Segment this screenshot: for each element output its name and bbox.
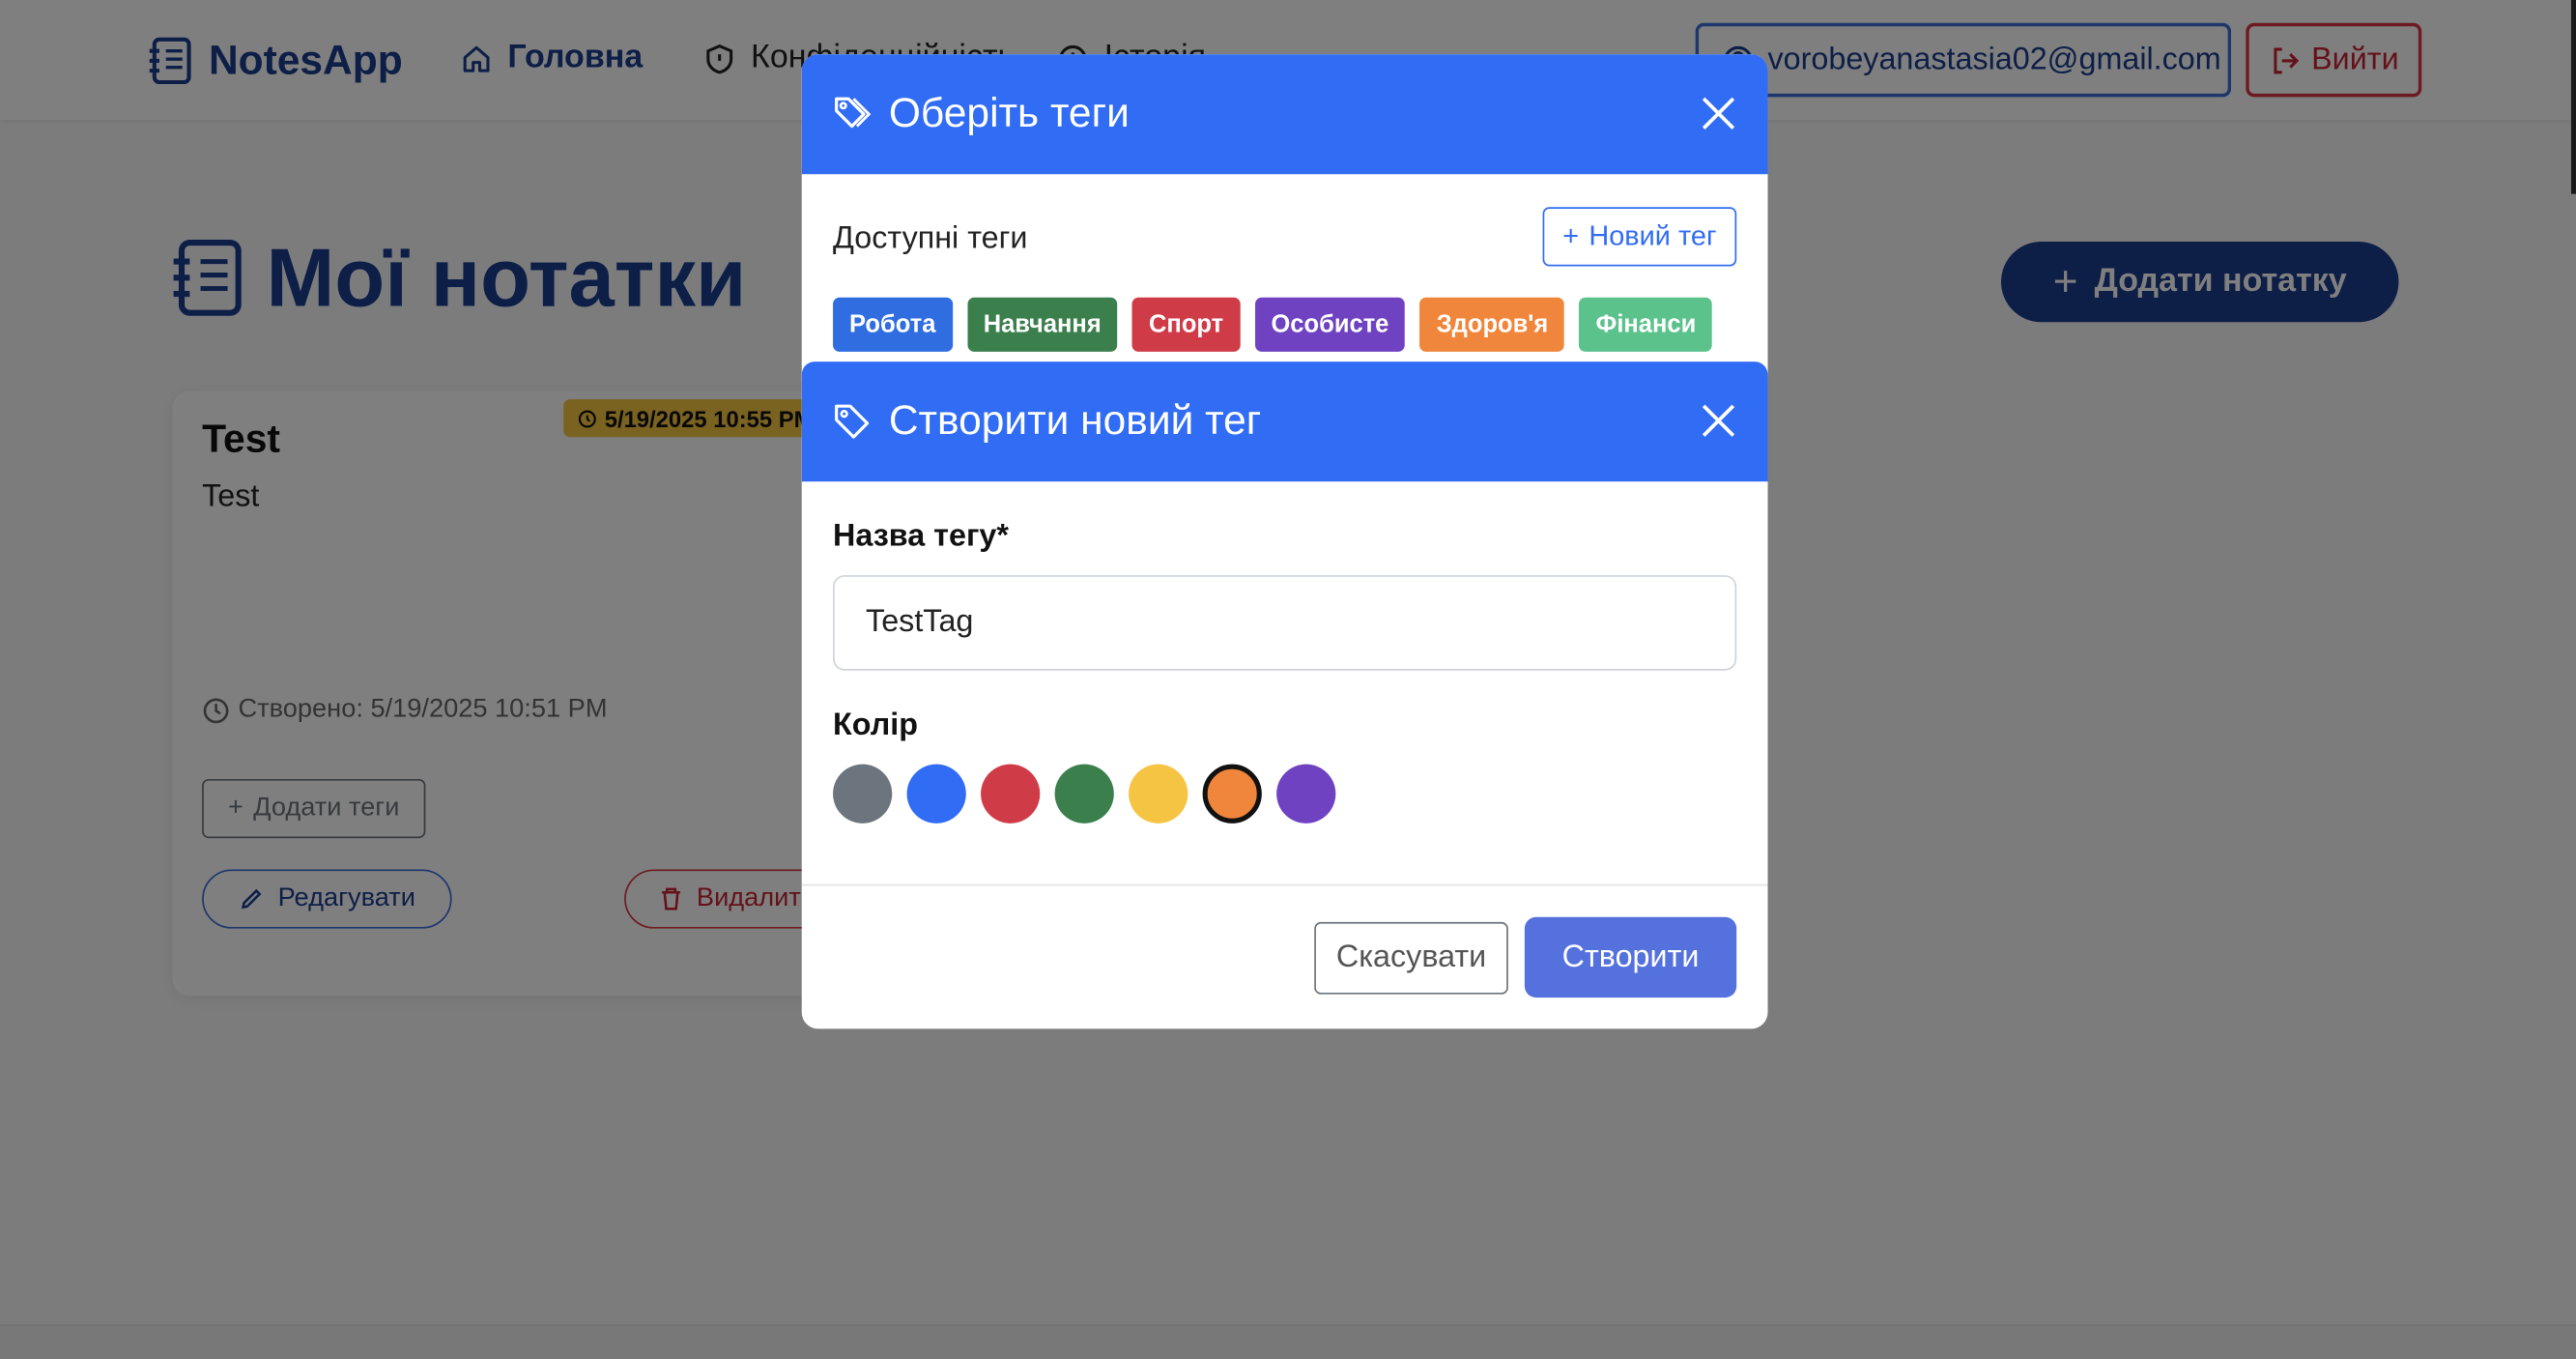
tag-name-input[interactable] xyxy=(833,575,1737,671)
select-tags-title: Оберіть теги xyxy=(888,90,1130,137)
create-tag-modal: Створити новий тег Назва тегу* Колір Ска… xyxy=(801,361,1768,1029)
close-icon[interactable] xyxy=(1699,94,1738,133)
color-swatches xyxy=(833,764,1336,824)
tags-icon xyxy=(835,97,872,129)
color-swatch[interactable] xyxy=(833,764,893,824)
color-swatch[interactable] xyxy=(1054,764,1114,824)
color-swatch[interactable] xyxy=(906,764,966,824)
color-swatch[interactable] xyxy=(1276,764,1336,824)
available-tags-label: Доступні теги xyxy=(833,221,1028,257)
tag-chip[interactable]: Спорт xyxy=(1132,297,1241,352)
tag-chip[interactable]: Здоров'я xyxy=(1419,297,1565,352)
select-tags-header: Оберіть теги xyxy=(801,54,1768,175)
select-tags-modal: Оберіть теги Доступні теги + Новий тег Р… xyxy=(801,54,1768,384)
color-label: Колір xyxy=(833,708,918,743)
create-tag-header: Створити новий тег xyxy=(801,361,1768,482)
color-swatch[interactable] xyxy=(981,764,1041,824)
tag-chip[interactable]: Фінанси xyxy=(1579,297,1713,352)
create-tag-title: Створити новий тег xyxy=(888,397,1262,445)
new-tag-button[interactable]: + Новий тег xyxy=(1542,207,1737,267)
color-swatch[interactable] xyxy=(1202,764,1262,824)
color-swatch[interactable] xyxy=(1129,764,1188,824)
tag-chip[interactable]: Робота xyxy=(833,297,953,352)
tag-chip[interactable]: Навчання xyxy=(966,297,1118,352)
modal-footer-divider xyxy=(801,883,1768,886)
cancel-button[interactable]: Скасувати xyxy=(1314,921,1508,995)
plus-icon: + xyxy=(1562,219,1580,252)
create-button[interactable]: Створити xyxy=(1524,916,1737,998)
tag-name-label: Назва тегу* xyxy=(833,519,1009,555)
tag-list: Робота Навчання Спорт Особисте Здоров'я Фінан… xyxy=(833,297,1713,352)
new-tag-label: Новий тег xyxy=(1589,219,1717,252)
close-icon[interactable] xyxy=(1699,401,1738,441)
tag-chip[interactable]: Особисте xyxy=(1254,297,1406,352)
tag-icon xyxy=(835,404,870,439)
